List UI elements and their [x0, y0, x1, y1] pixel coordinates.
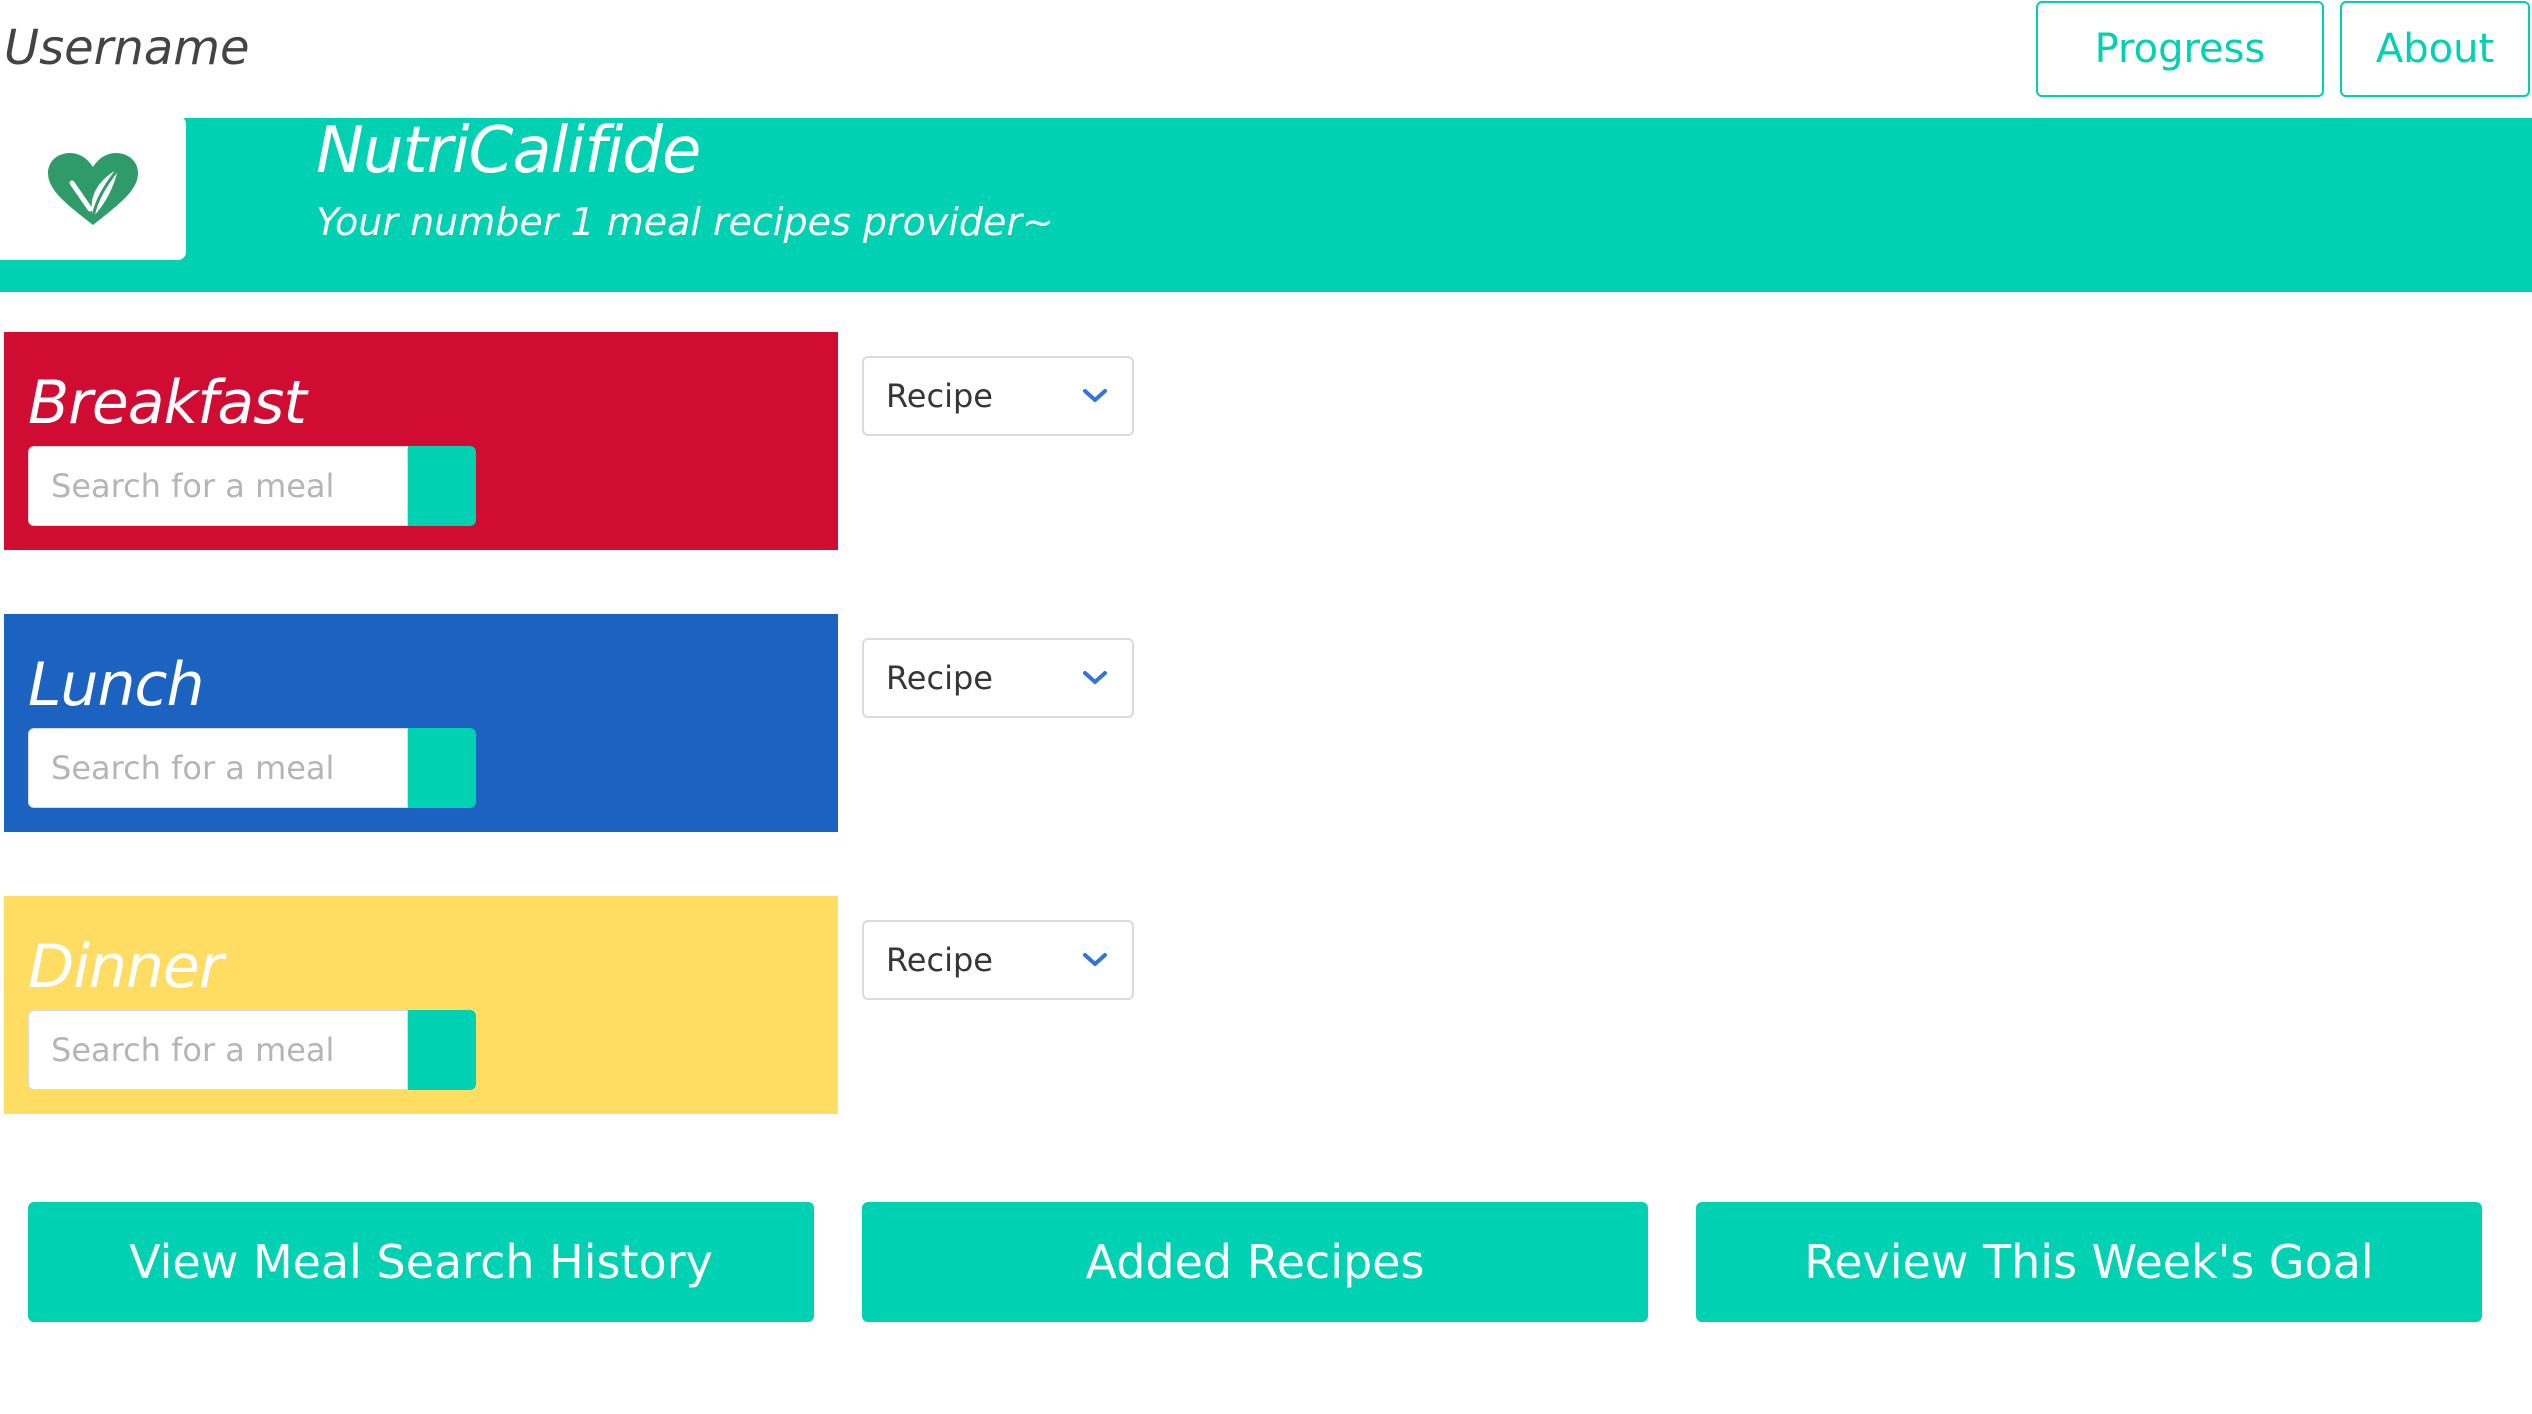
lunch-title: Lunch	[28, 650, 204, 720]
lunch-search-button[interactable]	[408, 728, 476, 808]
chevron-down-icon	[1080, 668, 1110, 688]
chevron-down-icon	[1080, 386, 1110, 406]
logo	[0, 116, 186, 260]
progress-button[interactable]: Progress	[2036, 1, 2324, 97]
about-button[interactable]: About	[2340, 1, 2530, 97]
breakfast-card: Breakfast	[4, 332, 838, 550]
lunch-search	[28, 728, 476, 808]
site-title: NutriCalifide	[316, 114, 701, 188]
chevron-down-icon	[1080, 950, 1110, 970]
breakfast-search	[28, 446, 476, 526]
breakfast-select-value: Recipe	[886, 377, 993, 415]
dinner-search-button[interactable]	[408, 1010, 476, 1090]
breakfast-search-button[interactable]	[408, 446, 476, 526]
dinner-select-value: Recipe	[886, 941, 993, 979]
view-meal-search-history-button[interactable]: View Meal Search History	[28, 1202, 814, 1322]
dinner-type-select[interactable]: Recipe	[862, 920, 1134, 1000]
page: Username Progress About NutriCalifide Yo…	[0, 0, 2532, 1414]
lunch-select-value: Recipe	[886, 659, 993, 697]
site-subtitle: Your number 1 meal recipes provider~	[316, 200, 1054, 244]
dinner-search-input[interactable]	[28, 1010, 408, 1090]
breakfast-type-select[interactable]: Recipe	[862, 356, 1134, 436]
lunch-search-input[interactable]	[28, 728, 408, 808]
breakfast-title: Breakfast	[28, 368, 307, 438]
breakfast-search-input[interactable]	[28, 446, 408, 526]
heart-leaf-fork-icon	[48, 153, 138, 225]
username-label: Username	[4, 20, 250, 76]
added-recipes-button[interactable]: Added Recipes	[862, 1202, 1648, 1322]
dinner-title: Dinner	[28, 932, 224, 1002]
lunch-card: Lunch	[4, 614, 838, 832]
dinner-search	[28, 1010, 476, 1090]
review-weekly-goal-button[interactable]: Review This Week's Goal	[1696, 1202, 2482, 1322]
lunch-type-select[interactable]: Recipe	[862, 638, 1134, 718]
dinner-card: Dinner	[4, 896, 838, 1114]
